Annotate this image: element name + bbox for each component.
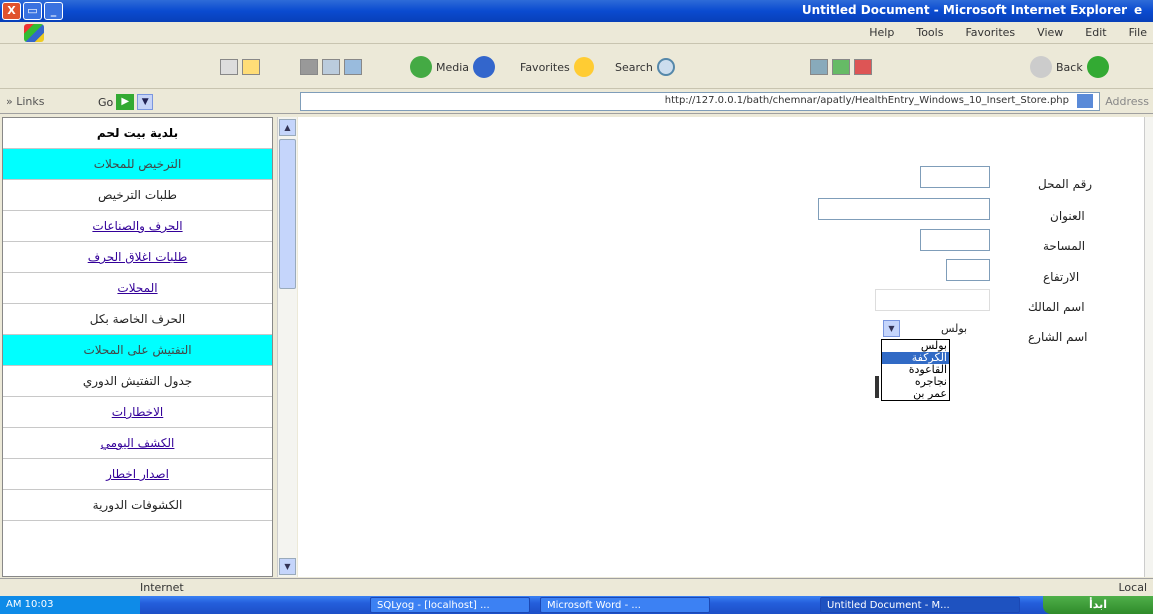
search-icon	[656, 58, 675, 76]
minimize-button[interactable]: _	[44, 2, 63, 20]
media-group: Media	[410, 55, 496, 79]
favorites-group: Favorites	[520, 55, 594, 79]
page-scrollbar[interactable]	[1144, 117, 1153, 577]
sidebar-scrollbar[interactable]: ▲ ▼	[277, 117, 297, 577]
submit-button[interactable]	[875, 376, 879, 398]
window-title: Untitled Document - Microsoft Internet E…	[801, 3, 1127, 17]
sidebar-item[interactable]: الحرف الخاصة بكل	[3, 304, 272, 335]
sidebar-frame: بلدية بيت لحم الترخيص للمحلات طلبات الترخي…	[2, 117, 273, 577]
scroll-up-icon[interactable]: ▲	[279, 119, 296, 136]
sidebar-item[interactable]: جدول التفتيش الدوري	[3, 366, 272, 397]
history-icon[interactable]	[410, 56, 432, 78]
home-icon[interactable]	[810, 59, 828, 75]
shop-number-input[interactable]	[920, 166, 990, 188]
favorites-star-icon	[573, 57, 594, 77]
scroll-down-icon[interactable]: ▼	[279, 558, 296, 575]
height-input[interactable]	[946, 259, 990, 281]
back-group: Back	[1030, 55, 1109, 79]
windows-logo-icon	[24, 24, 44, 42]
menu-edit[interactable]: Edit	[1085, 26, 1106, 39]
address-dropdown-icon[interactable]: ▼	[137, 94, 154, 110]
go-label[interactable]: Go	[98, 96, 113, 109]
sidebar-item: بلدية بيت لحم	[3, 118, 272, 149]
sidebar-item[interactable]: طلبات اغلاق الحرف	[3, 242, 272, 273]
select-dropdown-icon[interactable]: ▼	[883, 320, 900, 337]
search-button[interactable]: Search	[615, 61, 653, 74]
address-field[interactable]: http://127.0.0.1/bath/chemnar/apatly/Hea…	[300, 92, 1100, 111]
sidebar-item[interactable]: الترخيص للمحلات	[3, 149, 272, 180]
folder-icon[interactable]	[220, 59, 238, 75]
forward-icon[interactable]	[1030, 56, 1052, 78]
menu-tools[interactable]: Tools	[916, 26, 943, 39]
sidebar-item[interactable]: المحلات	[3, 273, 272, 304]
sidebar-item[interactable]: التفتيش على المحلات	[3, 335, 272, 366]
menu-view[interactable]: View	[1037, 26, 1063, 39]
ie-icon: e	[1134, 3, 1143, 17]
back-button[interactable]: Back	[1056, 61, 1083, 74]
menu-favorites[interactable]: Favorites	[965, 26, 1015, 39]
discuss-icon[interactable]	[300, 59, 318, 75]
back-arrow-icon[interactable]	[1086, 56, 1109, 78]
address-url: http://127.0.0.1/bath/chemnar/apatly/Hea…	[664, 95, 1069, 106]
status-zone: Internet	[140, 581, 184, 594]
street-select[interactable]: ▼ بولس	[880, 318, 990, 338]
print-buttons	[300, 55, 362, 79]
system-tray: AM 10:03	[0, 596, 140, 614]
field-label-shop-number: رقم المحل	[1038, 177, 1093, 191]
address-input[interactable]	[818, 198, 990, 220]
tray-time: AM 10:03	[6, 599, 54, 610]
refresh-icon[interactable]	[832, 59, 850, 75]
street-option[interactable]: عمر بن	[882, 388, 949, 400]
field-label-street: اسم الشارع	[1028, 330, 1088, 344]
start-button[interactable]: ابدأ	[1043, 596, 1153, 614]
sidebar-item[interactable]: الحرف والصناعات	[3, 211, 272, 242]
task-ie[interactable]: Untitled Document - M...	[820, 597, 1020, 613]
status-right: Local	[1118, 581, 1147, 594]
field-label-area: المساحة	[1043, 239, 1086, 253]
page-icon	[1077, 94, 1093, 108]
folder-buttons	[220, 55, 260, 79]
task-word[interactable]: Microsoft Word - ...	[540, 597, 710, 613]
sidebar-item[interactable]: طلبات الترخيص	[3, 180, 272, 211]
scroll-thumb[interactable]	[279, 139, 296, 289]
title-bar: X ▭ _ Untitled Document - Microsoft Inte…	[0, 0, 1153, 22]
favorites-button[interactable]: Favorites	[520, 61, 570, 74]
window-controls: X ▭ _	[2, 2, 63, 20]
media-icon	[473, 56, 496, 78]
menu-bar: Help Tools Favorites View Edit File	[0, 22, 1153, 44]
print-icon[interactable]	[322, 59, 340, 75]
main-content: رقم المحل العنوان المساحة الارتفاع اسم ا…	[298, 117, 1144, 577]
address-label: Address	[1105, 95, 1149, 108]
sidebar-item[interactable]: اصدار اخطار	[3, 459, 272, 490]
go-arrow-icon[interactable]: ▶	[116, 94, 135, 110]
mail-icon[interactable]	[344, 59, 362, 75]
taskbar: AM 10:03 SQLyog - [localhost] ... Micros…	[0, 596, 1153, 614]
menu-file[interactable]: File	[1129, 26, 1147, 39]
menu-help[interactable]: Help	[869, 26, 894, 39]
field-label-height: الارتفاع	[1043, 270, 1080, 284]
address-bar: » Links Go ▶ ▼ http://127.0.0.1/bath/che…	[0, 90, 1153, 114]
stop-icon[interactable]	[854, 59, 872, 75]
street-dropdown-list[interactable]: بولس الكركفة القاعودة نجاجره عمر بن	[881, 339, 950, 401]
sidebar-item[interactable]: الاخطارات	[3, 397, 272, 428]
task-sqlyog[interactable]: SQLyog - [localhost] ...	[370, 597, 530, 613]
close-button[interactable]: X	[2, 2, 21, 20]
toolbar: Media Favorites Search Back	[0, 45, 1153, 89]
owner-input[interactable]	[875, 289, 990, 311]
edit-icon[interactable]	[242, 59, 260, 75]
field-label-address: العنوان	[1050, 209, 1085, 223]
media-button[interactable]: Media	[436, 61, 469, 74]
sidebar-item[interactable]: الكشوفات الدورية	[3, 490, 272, 521]
go-group: Go ▶ ▼	[98, 94, 154, 110]
links-label[interactable]: » Links	[6, 95, 44, 108]
area-input[interactable]	[920, 229, 990, 251]
nav-group	[810, 55, 872, 79]
maximize-button[interactable]: ▭	[23, 2, 42, 20]
status-bar: Internet Local	[0, 578, 1153, 596]
street-select-value: بولس	[941, 322, 968, 335]
search-group: Search	[615, 55, 675, 79]
field-label-owner: اسم المالك	[1028, 300, 1085, 314]
sidebar-item[interactable]: الكشف اليومي	[3, 428, 272, 459]
